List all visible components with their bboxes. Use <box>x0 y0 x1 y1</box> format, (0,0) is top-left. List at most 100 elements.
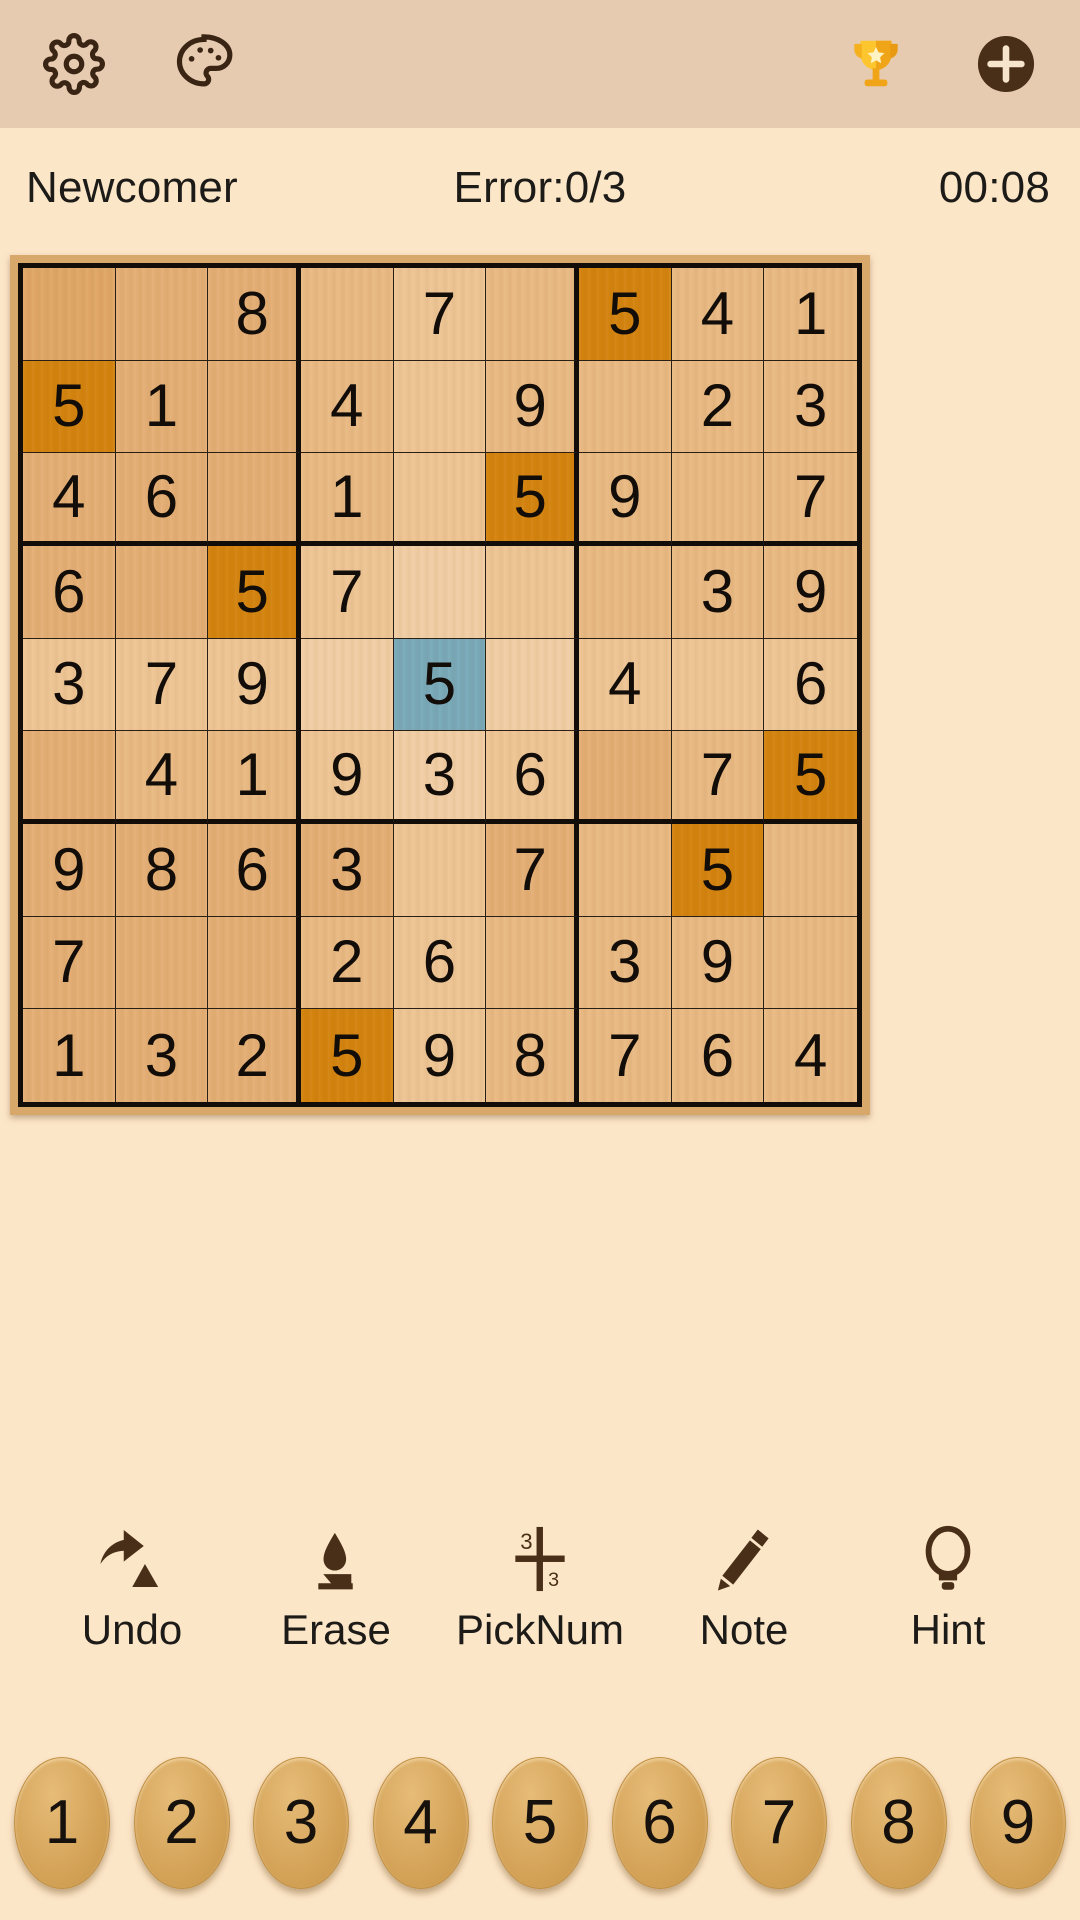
sudoku-cell-r5c1[interactable]: 3 <box>23 638 116 732</box>
sudoku-cell-r6c4[interactable]: 9 <box>300 731 394 824</box>
sudoku-cell-r8c4[interactable]: 2 <box>300 916 394 1010</box>
sudoku-cell-r7c7[interactable] <box>578 823 672 917</box>
sudoku-cell-r6c7[interactable] <box>578 731 672 824</box>
trophy-button[interactable] <box>840 28 912 100</box>
sudoku-cell-r7c2[interactable]: 8 <box>115 823 209 917</box>
sudoku-cell-r1c6[interactable] <box>486 268 579 361</box>
sudoku-cell-r6c9[interactable]: 5 <box>764 731 857 824</box>
sudoku-cell-r3c1[interactable]: 4 <box>23 453 116 546</box>
hint-button[interactable]: Hint <box>858 1510 1038 1654</box>
numpad-key-6[interactable]: 6 <box>611 1756 708 1889</box>
sudoku-cell-r6c2[interactable]: 4 <box>115 731 209 824</box>
sudoku-cell-r6c1[interactable] <box>23 731 116 824</box>
sudoku-cell-r5c7[interactable]: 4 <box>578 638 672 732</box>
sudoku-cell-r2c2[interactable]: 1 <box>115 360 209 454</box>
sudoku-cell-r4c9[interactable]: 9 <box>764 545 857 639</box>
sudoku-cell-r1c3[interactable]: 8 <box>208 268 301 361</box>
sudoku-cell-r9c3[interactable]: 2 <box>208 1009 301 1102</box>
sudoku-cell-r3c8[interactable] <box>671 453 765 546</box>
sudoku-cell-r7c9[interactable] <box>764 823 857 917</box>
sudoku-cell-r1c4[interactable] <box>300 268 394 361</box>
sudoku-cell-r2c8[interactable]: 2 <box>671 360 765 454</box>
sudoku-cell-r3c9[interactable]: 7 <box>764 453 857 546</box>
sudoku-cell-r4c6[interactable] <box>486 545 579 639</box>
sudoku-cell-r7c1[interactable]: 9 <box>23 823 116 917</box>
sudoku-cell-r3c3[interactable] <box>208 453 301 546</box>
sudoku-cell-r2c9[interactable]: 3 <box>764 360 857 454</box>
numpad-key-2[interactable]: 2 <box>133 1756 230 1889</box>
picknum-button[interactable]: 3 3 PickNum <box>450 1510 630 1654</box>
sudoku-cell-r2c1[interactable]: 5 <box>23 360 116 454</box>
sudoku-cell-r1c2[interactable] <box>115 268 209 361</box>
sudoku-cell-r9c7[interactable]: 7 <box>578 1009 672 1102</box>
numpad-key-7[interactable]: 7 <box>731 1756 827 1889</box>
erase-button[interactable]: Erase <box>246 1510 426 1654</box>
sudoku-cell-r4c5[interactable] <box>393 545 487 639</box>
sudoku-cell-r3c4[interactable]: 1 <box>300 453 394 546</box>
sudoku-cell-r2c5[interactable] <box>393 360 487 454</box>
settings-button[interactable] <box>38 28 110 100</box>
sudoku-cell-r3c5[interactable] <box>393 453 487 546</box>
sudoku-cell-r2c4[interactable]: 4 <box>300 360 394 454</box>
sudoku-cell-r8c9[interactable] <box>764 916 857 1010</box>
note-button[interactable]: Note <box>654 1510 834 1654</box>
sudoku-cell-r8c6[interactable] <box>486 916 579 1010</box>
sudoku-cell-r7c5[interactable] <box>393 823 487 917</box>
sudoku-cell-r1c7[interactable]: 5 <box>578 268 672 361</box>
sudoku-cell-r3c7[interactable]: 9 <box>578 453 672 546</box>
sudoku-cell-r9c6[interactable]: 8 <box>486 1009 579 1102</box>
sudoku-cell-r6c3[interactable]: 1 <box>208 731 301 824</box>
sudoku-cell-r7c4[interactable]: 3 <box>300 823 394 917</box>
sudoku-cell-r7c8[interactable]: 5 <box>671 823 765 917</box>
sudoku-cell-r1c9[interactable]: 1 <box>764 268 857 361</box>
theme-button[interactable] <box>168 28 240 100</box>
sudoku-cell-r1c8[interactable]: 4 <box>671 268 765 361</box>
numpad-key-5[interactable]: 5 <box>492 1756 588 1889</box>
sudoku-cell-r7c3[interactable]: 6 <box>208 823 301 917</box>
undo-button[interactable]: Undo <box>42 1510 222 1654</box>
sudoku-cell-r8c8[interactable]: 9 <box>671 916 765 1010</box>
sudoku-cell-r8c5[interactable]: 6 <box>393 916 487 1010</box>
numpad-key-3[interactable]: 3 <box>253 1756 349 1889</box>
sudoku-cell-r4c2[interactable] <box>115 545 209 639</box>
sudoku-cell-r9c5[interactable]: 9 <box>393 1009 487 1102</box>
sudoku-cell-r4c4[interactable]: 7 <box>300 545 394 639</box>
sudoku-cell-r5c4[interactable] <box>300 638 394 732</box>
sudoku-cell-r8c7[interactable]: 3 <box>578 916 672 1010</box>
sudoku-cell-r4c7[interactable] <box>578 545 672 639</box>
sudoku-cell-r7c6[interactable]: 7 <box>486 823 579 917</box>
add-button[interactable] <box>970 28 1042 100</box>
sudoku-cell-r6c5[interactable]: 3 <box>393 731 487 824</box>
sudoku-cell-r6c6[interactable]: 6 <box>486 731 579 824</box>
sudoku-cell-r4c3[interactable]: 5 <box>208 545 301 639</box>
sudoku-cell-r9c9[interactable]: 4 <box>764 1009 857 1102</box>
sudoku-cell-r1c5[interactable]: 7 <box>393 268 487 361</box>
sudoku-cell-r3c6[interactable]: 5 <box>486 453 579 546</box>
sudoku-cell-r8c2[interactable] <box>115 916 209 1010</box>
sudoku-cell-r9c8[interactable]: 6 <box>671 1009 765 1102</box>
sudoku-cell-r9c1[interactable]: 1 <box>23 1009 116 1102</box>
sudoku-cell-r5c5[interactable]: 5 <box>393 638 487 732</box>
sudoku-cell-r9c2[interactable]: 3 <box>115 1009 209 1102</box>
sudoku-cell-r3c2[interactable]: 6 <box>115 453 209 546</box>
numpad-key-1[interactable]: 1 <box>14 1756 110 1889</box>
sudoku-cell-r2c7[interactable] <box>578 360 672 454</box>
sudoku-cell-r4c1[interactable]: 6 <box>23 545 116 639</box>
sudoku-cell-r5c6[interactable] <box>486 638 579 732</box>
sudoku-cell-r5c9[interactable]: 6 <box>764 638 857 732</box>
sudoku-cell-r4c8[interactable]: 3 <box>671 545 765 639</box>
sudoku-cell-r9c4[interactable]: 5 <box>300 1009 394 1102</box>
sudoku-cell-r1c1[interactable] <box>23 268 116 361</box>
sudoku-cell-r2c3[interactable] <box>208 360 301 454</box>
sudoku-cell-r5c3[interactable]: 9 <box>208 638 301 732</box>
sudoku-cell-r6c8[interactable]: 7 <box>671 731 765 824</box>
sudoku-cell-r8c3[interactable] <box>208 916 301 1010</box>
sudoku-cell-r5c8[interactable] <box>671 638 765 732</box>
sudoku-grid[interactable]: 8754151492346159765739379546419367598637… <box>18 263 862 1107</box>
sudoku-cell-r8c1[interactable]: 7 <box>23 916 116 1010</box>
numpad-key-9[interactable]: 9 <box>970 1756 1066 1889</box>
numpad-key-4[interactable]: 4 <box>372 1756 469 1889</box>
sudoku-cell-r5c2[interactable]: 7 <box>115 638 209 732</box>
sudoku-cell-r2c6[interactable]: 9 <box>486 360 579 454</box>
numpad-key-8[interactable]: 8 <box>850 1756 947 1889</box>
